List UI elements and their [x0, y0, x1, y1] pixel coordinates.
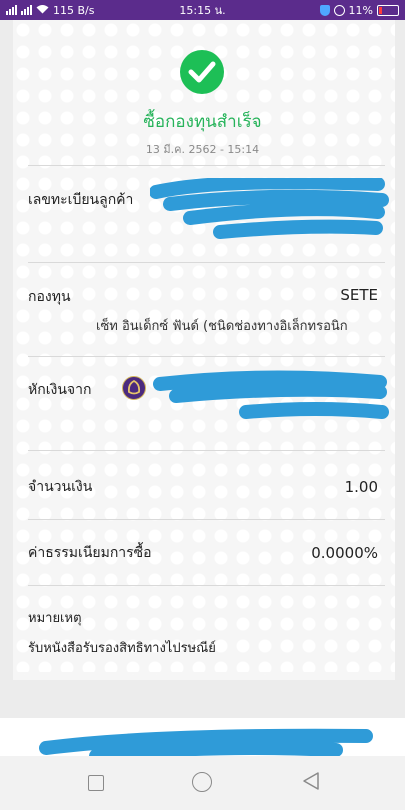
battery-icon: [377, 4, 399, 16]
account-label: เลขทะเบียนลูกค้า: [28, 192, 134, 208]
transaction-datetime: 13 มี.ค. 2562 - 15:14: [145, 143, 260, 156]
note-label: หมายเหตุ: [28, 611, 82, 626]
divider: [28, 165, 385, 166]
divider: [28, 585, 385, 586]
status-bar: 115 B/s 15:15 น. 11%: [0, 0, 405, 20]
debit-account-redaction: [153, 370, 389, 419]
account-redaction: [150, 178, 389, 239]
debit-from-label: หักเงินจาก: [28, 382, 92, 398]
fund-name: เซ็ท อินเด็กซ์ ฟันด์ (ชนิดช่องทางอิเล็กท…: [96, 319, 348, 334]
back-icon[interactable]: [302, 771, 320, 791]
receipt-torn-edge: [13, 672, 395, 684]
divider: [28, 450, 385, 451]
fund-label: กองทุน: [28, 289, 71, 305]
home-icon[interactable]: [192, 772, 212, 792]
note-text: รับหนังสือรับรองสิทธิทางไปรษณีย์: [28, 641, 216, 656]
success-title: ซื้อกองทุนสำเร็จ: [143, 112, 262, 132]
divider: [28, 519, 385, 520]
divider: [28, 356, 385, 357]
fee-label: ค่าธรรมเนียมการซื้อ: [28, 545, 152, 561]
divider: [28, 262, 385, 263]
bank-logo-icon: [122, 376, 146, 400]
fund-code: SETE: [340, 286, 378, 304]
fee-value: 0.0000%: [311, 544, 378, 562]
check-circle-icon: [180, 50, 224, 94]
amount-label: จำนวนเงิน: [28, 479, 93, 495]
recent-apps-icon[interactable]: [88, 775, 104, 791]
amount-value: 1.00: [344, 478, 378, 496]
clock: 15:15 น.: [179, 4, 226, 17]
